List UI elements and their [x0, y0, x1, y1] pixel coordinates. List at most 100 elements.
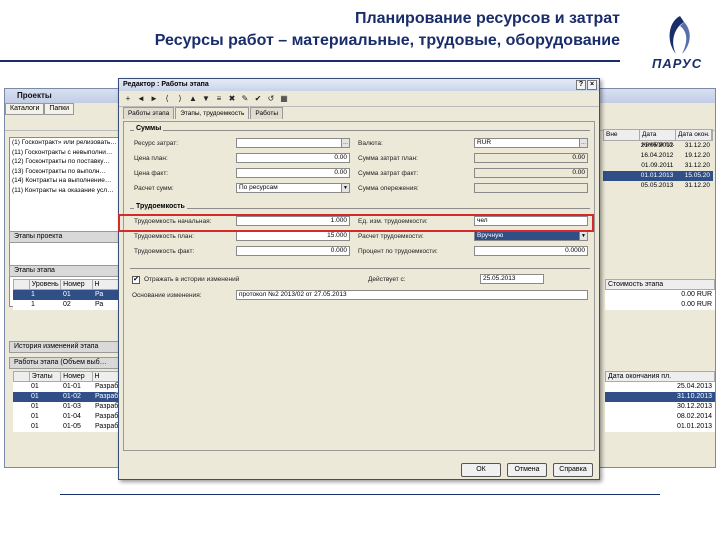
field-label: Сумма затрат план: — [358, 155, 418, 162]
table-row-selected[interactable]: 31.10.2013 — [605, 392, 715, 402]
column-header[interactable]: Дата начала пл. — [640, 130, 676, 148]
column-header[interactable]: Стоимость этапа — [606, 280, 714, 289]
table-cell: 01 — [31, 383, 39, 390]
table-cell: 05.05.2013 — [640, 182, 674, 189]
table-row[interactable]: 16.04.2012 19.12.20 — [603, 151, 713, 161]
list-item[interactable]: (12) Госконтракты по поставку… — [10, 157, 122, 167]
move-up-icon[interactable]: ▲ — [188, 94, 198, 104]
labor-plan-field[interactable]: 15.000 — [236, 231, 350, 241]
table-row-selected[interactable]: 01.01.2013 15.05.20 — [603, 171, 713, 181]
field-label: Цена факт: — [134, 170, 169, 177]
cancel-button[interactable]: Отмена — [507, 463, 547, 477]
column-header[interactable]: Номер — [61, 280, 93, 289]
help-icon[interactable]: ? — [576, 80, 586, 90]
prev-record-icon[interactable]: ⟨ — [162, 94, 172, 104]
labor-fact-field[interactable]: 0.000 — [236, 246, 350, 256]
table-row[interactable]: 01 01-03 Разрабо — [13, 402, 123, 412]
table-row[interactable]: 0.00 RUR — [605, 300, 715, 310]
list-icon[interactable]: ≡ — [214, 94, 224, 104]
tab-catalogs[interactable]: Каталоги — [5, 103, 45, 115]
table-row[interactable]: 01 01-05 Разрабо — [13, 422, 123, 432]
history-tab[interactable]: История изменений этапа — [9, 341, 123, 353]
column-header[interactable]: Номер — [61, 372, 93, 381]
labor-calc-select[interactable]: Вручную ▼ — [474, 231, 588, 241]
currency-field[interactable]: RUR… — [474, 138, 588, 148]
window-controls: ? × — [576, 80, 597, 90]
change-basis-field[interactable]: протокол №2 2013/02 от 27.05.2013 — [236, 290, 588, 300]
labor-percent-field[interactable]: 0.0000 — [474, 246, 588, 256]
move-down-icon[interactable]: ▼ — [201, 94, 211, 104]
tab-stages-labor[interactable]: Этапы, трудоемкость — [175, 107, 250, 119]
list-item[interactable]: (1) Госконтракт» или релизовать… — [10, 138, 122, 148]
column-header[interactable]: Вне — [604, 130, 640, 140]
list-item[interactable]: (14) Контракты на выполнение… — [10, 176, 122, 186]
dropdown-icon[interactable]: … — [341, 139, 349, 147]
list-item[interactable]: (13) Госконтракты по выполн… — [10, 167, 122, 177]
table-row[interactable]: 30.12.2013 — [605, 402, 715, 412]
table-row-selected[interactable]: 1 01 Ра — [13, 290, 123, 300]
works-section-header[interactable]: Работы этапа (Объем выб… — [9, 357, 123, 369]
table-row[interactable]: 01 01-04 Разрабо — [13, 412, 123, 422]
table-cell: 08.02.2014 — [676, 413, 712, 420]
cost-resource-field[interactable]: … — [236, 138, 350, 148]
table-cell: 21.05.2012 — [640, 142, 674, 149]
price-fact-field[interactable]: 0.00 — [236, 168, 350, 178]
table-row[interactable]: 1 02 Ра — [13, 300, 123, 310]
table-cell: 01.01.2013 — [640, 172, 674, 179]
add-icon[interactable]: + — [123, 94, 133, 104]
dropdown-icon[interactable]: … — [579, 139, 587, 147]
table-row[interactable]: 0.00 RUR — [605, 290, 715, 300]
effective-date-field[interactable]: 25.05.2013 — [480, 274, 544, 284]
table-row[interactable]: 01.01.2013 — [605, 422, 715, 432]
delete-icon[interactable]: ✖ — [227, 94, 237, 104]
cost-sum-plan-field: 0.00 — [474, 153, 588, 163]
table-cell: 31.12.20 — [684, 142, 711, 149]
history-checkbox[interactable]: ✔ — [132, 276, 140, 284]
column-header[interactable]: Уровень — [30, 280, 62, 289]
help-button[interactable]: Справка — [553, 463, 593, 477]
edit-icon[interactable]: ✎ — [240, 94, 250, 104]
stage-stages-section-header[interactable]: Этапы этапа — [9, 265, 123, 277]
confirm-icon[interactable]: ✔ — [253, 94, 263, 104]
column-header[interactable]: Дата окон. — [676, 130, 712, 140]
list-item[interactable]: (11) Контракты на оказание усл… — [10, 186, 122, 196]
last-record-icon[interactable]: ► — [149, 94, 159, 104]
table-header: Дата окончания пл. — [605, 371, 715, 382]
tab-work[interactable]: Работы этапа — [123, 107, 175, 119]
tab-folders[interactable]: Папки — [44, 103, 75, 115]
highlight-frame — [118, 214, 594, 232]
table-cell: 01-04 — [63, 413, 81, 420]
close-icon[interactable]: × — [587, 80, 597, 90]
first-record-icon[interactable]: ◄ — [136, 94, 146, 104]
group-label: Суммы — [134, 125, 164, 132]
next-record-icon[interactable]: ⟩ — [175, 94, 185, 104]
ok-button[interactable]: ОК — [461, 463, 501, 477]
table-row[interactable]: 08.02.2014 — [605, 412, 715, 422]
chevron-down-icon[interactable]: ▼ — [579, 232, 587, 240]
field-label: Расчет сумм: — [134, 185, 174, 192]
chevron-down-icon[interactable]: ▼ — [341, 184, 349, 192]
list-item[interactable]: (11) Госконтракты с невыполни… — [10, 148, 122, 158]
table-row[interactable]: 05.05.2013 31.12.20 — [603, 181, 713, 191]
table-cell: 01-01 — [63, 383, 81, 390]
dialog-titlebar[interactable]: Редактор : Работы этапа ? × — [119, 79, 599, 91]
table-cell: 01.09.2011 — [641, 162, 674, 169]
table-row-selected[interactable]: 01 01-02 Разрабо — [13, 392, 123, 402]
undo-icon[interactable]: ↺ — [266, 94, 276, 104]
table-cell: 16.04.2012 — [640, 152, 674, 159]
table-cell: 01 — [63, 291, 71, 298]
price-plan-field[interactable]: 0.00 — [236, 153, 350, 163]
field-label: Процент по трудоемкости: — [358, 248, 438, 255]
table-row[interactable]: 25.04.2013 — [605, 382, 715, 392]
grid-icon[interactable]: ▦ — [279, 94, 289, 104]
sum-calc-select[interactable]: По ресурсам ▼ — [236, 183, 350, 193]
stages-section-header[interactable]: Этапы проекта — [9, 231, 123, 243]
column-header[interactable]: Этапы — [30, 372, 62, 381]
field-label: Расчет трудоемкости: — [358, 233, 424, 240]
table-row[interactable]: 21.05.2012 31.12.20 — [603, 141, 713, 151]
table-row[interactable]: 01.09.2011 31.12.20 — [603, 161, 713, 171]
table-row[interactable]: 01 01-01 Разрабо — [13, 382, 123, 392]
footer-line — [60, 494, 660, 495]
column-header[interactable]: Дата окончания пл. — [606, 372, 714, 381]
tab-works[interactable]: Работы — [250, 107, 283, 119]
